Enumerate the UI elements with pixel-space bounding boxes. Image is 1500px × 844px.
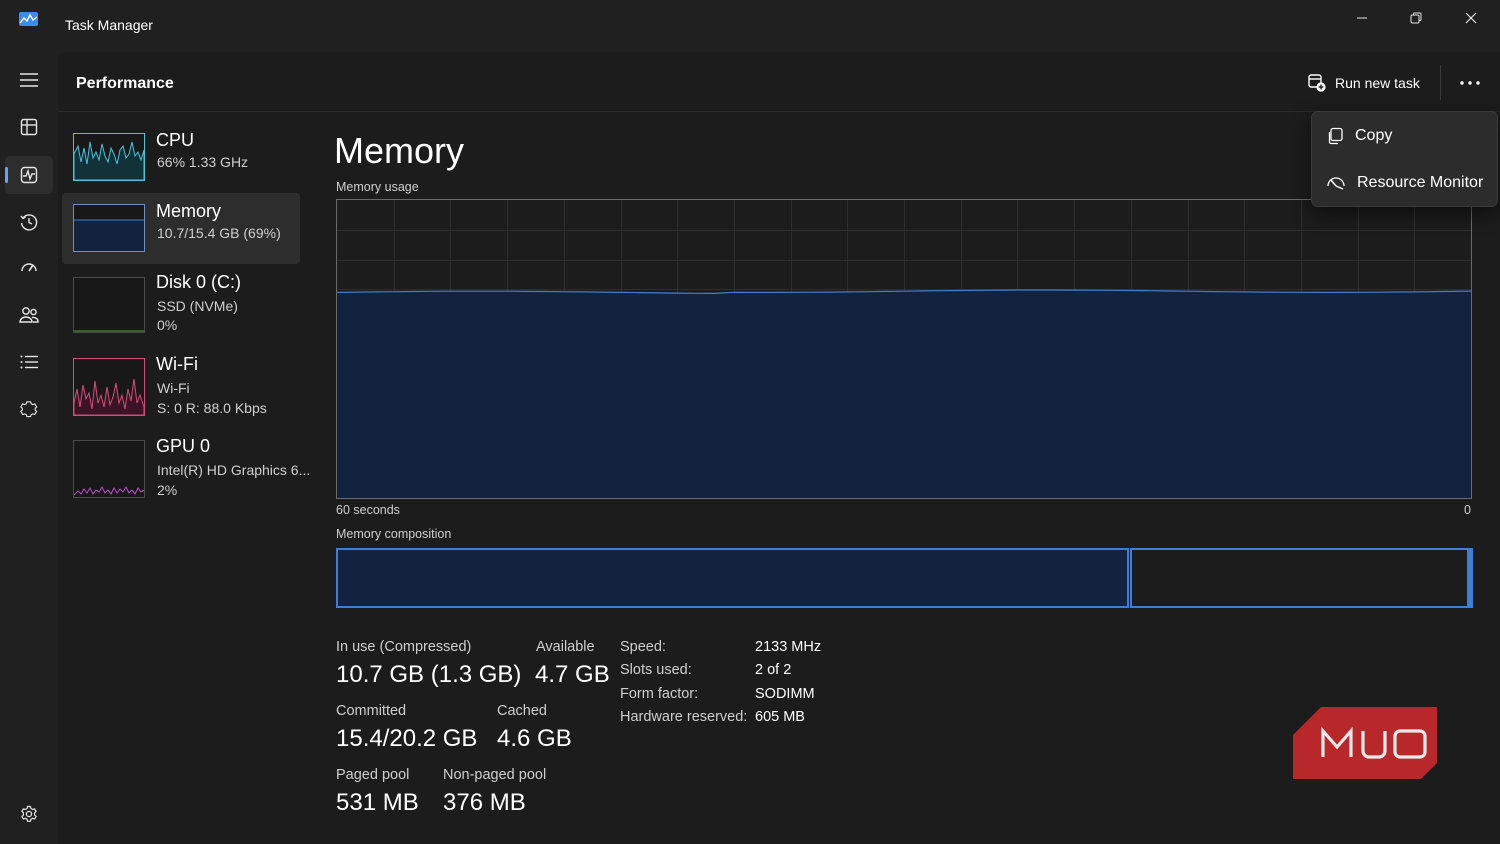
- composition-in-use-segment: [336, 548, 1129, 608]
- in-use-value: 10.7 GB (1.3 GB): [336, 661, 522, 688]
- nav-app-history[interactable]: [5, 203, 53, 241]
- device-detail: 66% 1.33 GHz: [157, 154, 249, 170]
- device-wifi[interactable]: Wi-Fi Wi-Fi S: 0 R: 88.0 Kbps: [62, 346, 300, 417]
- device-utilization: 0%: [157, 317, 178, 333]
- slots-used-label: Slots used:: [620, 662, 692, 678]
- minimize-button[interactable]: [1334, 0, 1390, 36]
- page-header: Performance Run new task: [58, 52, 1500, 112]
- paged-pool-value: 531 MB: [336, 789, 419, 816]
- header-divider: [1440, 65, 1441, 100]
- navigation-rail: [0, 52, 58, 844]
- task-manager-app-icon: [19, 12, 38, 26]
- available-label: Available: [536, 639, 595, 655]
- nav-processes[interactable]: [5, 108, 53, 146]
- close-button[interactable]: [1443, 0, 1499, 36]
- form-factor-value: SODIMM: [755, 686, 815, 702]
- gpu-thumbnail-graph: [73, 440, 145, 498]
- device-name: Memory: [156, 201, 222, 221]
- nav-users[interactable]: [5, 296, 53, 334]
- time-axis-end-label: 0: [1464, 503, 1471, 517]
- device-detail: Intel(R) HD Graphics 6...: [157, 462, 311, 478]
- nav-startup-apps[interactable]: [5, 249, 53, 287]
- page-title: Performance: [76, 75, 174, 92]
- memory-heading: Memory: [334, 130, 465, 171]
- close-icon: [1465, 12, 1477, 24]
- more-options-button[interactable]: [1452, 70, 1488, 96]
- nav-performance[interactable]: [5, 156, 53, 194]
- committed-label: Committed: [336, 703, 407, 719]
- window-title: Task Manager: [65, 17, 153, 33]
- title-bar: Task Manager: [0, 0, 1500, 52]
- minimize-icon: [1357, 17, 1367, 19]
- in-use-label: In use (Compressed): [336, 639, 472, 655]
- form-factor-label: Form factor:: [620, 686, 699, 702]
- device-detail: SSD (NVMe): [157, 298, 238, 314]
- users-icon: [19, 307, 39, 323]
- time-axis-start-label: 60 seconds: [336, 503, 400, 517]
- restore-icon: [1410, 12, 1422, 24]
- committed-value: 15.4/20.2 GB: [336, 725, 478, 752]
- composition-cached-segment: [1130, 548, 1469, 608]
- speed-label: Speed:: [620, 639, 666, 655]
- disk-thumbnail-graph: [73, 277, 145, 333]
- details-icon: [20, 355, 38, 369]
- memory-thumbnail-graph: [73, 204, 145, 252]
- more-options-icon: [1460, 81, 1480, 85]
- settings-button[interactable]: [5, 795, 53, 833]
- hardware-reserved-value: 605 MB: [755, 709, 805, 725]
- settings-icon: [21, 805, 37, 822]
- cached-value: 4.6 GB: [497, 725, 572, 752]
- menu-item-copy-label: Copy: [1355, 127, 1393, 144]
- device-name: Disk 0 (C:): [156, 272, 241, 292]
- slots-used-value: 2 of 2: [755, 662, 792, 678]
- menu-item-copy[interactable]: Copy: [1316, 115, 1493, 157]
- cached-label: Cached: [497, 703, 547, 719]
- device-memory[interactable]: Memory 10.7/15.4 GB (69%): [62, 193, 300, 264]
- device-disk[interactable]: Disk 0 (C:) SSD (NVMe) 0%: [62, 264, 300, 335]
- paged-pool-label: Paged pool: [336, 767, 410, 783]
- non-paged-pool-value: 376 MB: [443, 789, 526, 816]
- resource-monitor-icon: [1327, 177, 1345, 190]
- memory-usage-chart: [336, 200, 1472, 498]
- more-options-menu: Copy Resource Monitor: [1311, 111, 1498, 207]
- device-gpu[interactable]: GPU 0 Intel(R) HD Graphics 6... 2%: [62, 428, 310, 499]
- memory-composition-label: Memory composition: [336, 527, 452, 541]
- non-paged-pool-label: Non-paged pool: [443, 767, 547, 783]
- composition-free-segment: [1469, 548, 1473, 608]
- run-new-task-label: Run new task: [1335, 75, 1420, 91]
- run-new-task-icon: [1308, 74, 1326, 92]
- run-new-task-button[interactable]: Run new task: [1308, 70, 1420, 96]
- wifi-thumbnail-graph: [73, 358, 145, 416]
- nav-details[interactable]: [5, 343, 53, 381]
- services-icon: [20, 401, 38, 418]
- hamburger-menu-button[interactable]: [5, 61, 53, 99]
- menu-item-resource-monitor-label: Resource Monitor: [1357, 174, 1484, 191]
- memory-usage-graph: [336, 199, 1472, 499]
- memory-composition-bar: [336, 548, 1473, 608]
- hardware-reserved-label: Hardware reserved:: [620, 709, 748, 725]
- device-name: GPU 0: [156, 436, 211, 456]
- device-cpu[interactable]: CPU 66% 1.33 GHz: [62, 122, 300, 193]
- processes-icon: [20, 118, 38, 136]
- memory-usage-label: Memory usage: [336, 180, 419, 194]
- device-name: Wi-Fi: [156, 354, 198, 374]
- app-history-icon: [20, 214, 38, 231]
- cpu-thumbnail-graph: [73, 133, 145, 181]
- copy-icon: [1328, 127, 1343, 145]
- device-detail: Wi-Fi: [157, 380, 190, 396]
- device-utilization: 2%: [157, 482, 178, 498]
- hamburger-menu-icon: [20, 73, 38, 87]
- speed-value: 2133 MHz: [755, 639, 822, 655]
- restore-button[interactable]: [1388, 0, 1444, 36]
- device-detail: 10.7/15.4 GB (69%): [157, 225, 281, 241]
- performance-icon: [20, 166, 38, 184]
- available-value: 4.7 GB: [535, 661, 610, 688]
- startup-apps-icon: [21, 263, 37, 272]
- main-panel: Performance Run new task CPU 66% 1.33 GH…: [58, 52, 1500, 844]
- muo-watermark-logo: [1293, 707, 1437, 779]
- device-throughput: S: 0 R: 88.0 Kbps: [157, 400, 267, 416]
- device-name: CPU: [156, 130, 195, 150]
- nav-services[interactable]: [5, 390, 53, 428]
- menu-item-resource-monitor[interactable]: Resource Monitor: [1316, 162, 1493, 204]
